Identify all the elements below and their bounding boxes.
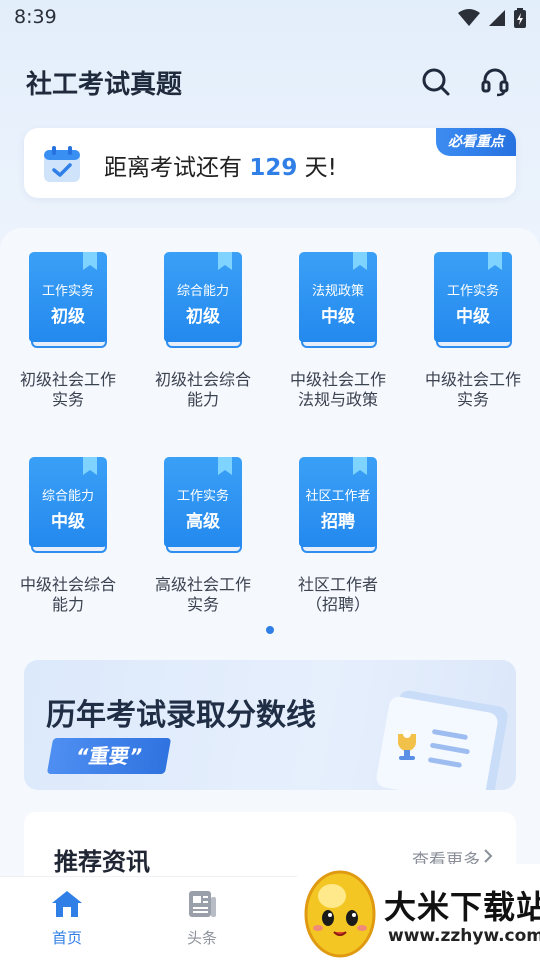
newspaper-icon (189, 891, 216, 917)
must-see-badge: 必看重点 (436, 128, 516, 156)
book-subject: 社区工作者 (305, 489, 371, 504)
book-icon: 工作实务 初级 (29, 252, 107, 348)
countdown-days: 129 (249, 155, 298, 181)
category-item-intermediate-comprehensive[interactable]: 综合能力 中级 中级社会综合能力 (18, 457, 118, 615)
book-level: 中级 (321, 307, 355, 327)
admission-score-banner[interactable]: 历年考试录取分数线 “重要” (24, 660, 516, 790)
customer-service-button[interactable] (477, 64, 513, 100)
countdown-prefix: 距离考试还有 (104, 155, 242, 181)
book-icon: 法规政策 中级 (299, 252, 377, 348)
nav-headlines-label: 头条 (186, 929, 217, 947)
book-icon: 综合能力 中级 (29, 457, 107, 553)
rice-mascot-icon (304, 870, 376, 958)
nav-headlines[interactable]: 头条 (162, 889, 242, 948)
book-level: 高级 (186, 512, 220, 532)
book-level: 初级 (186, 307, 220, 327)
search-icon (422, 68, 450, 96)
nav-home-label: 首页 (51, 929, 82, 947)
wifi-icon (458, 9, 480, 26)
category-label: 社区工作者（招聘） (297, 575, 378, 614)
book-icon: 综合能力 初级 (164, 252, 242, 348)
countdown-text: 距离考试还有 129 天! (104, 148, 337, 182)
watermark-url: www.zzhyw.com (388, 926, 540, 946)
exam-countdown-card[interactable]: 距离考试还有 129 天! 必看重点 (24, 128, 516, 198)
book-level: 中级 (51, 512, 85, 532)
category-item-junior-practice[interactable]: 工作实务 初级 初级社会工作实务 (18, 252, 118, 410)
signal-icon (489, 10, 505, 26)
category-item-intermediate-practice[interactable]: 工作实务 中级 中级社会工作实务 (423, 252, 523, 410)
category-item-senior-practice[interactable]: 工作实务 高级 高级社会工作实务 (153, 457, 253, 615)
category-item-junior-comprehensive[interactable]: 综合能力 初级 初级社会综合能力 (153, 252, 253, 410)
category-label: 中级社会工作法规与政策 (289, 370, 386, 409)
countdown-suffix: 天! (304, 155, 337, 181)
status-icons (458, 8, 526, 28)
book-subject: 综合能力 (176, 284, 229, 299)
watermark: 大米下载站 www.zzhyw.com (296, 864, 540, 960)
status-time: 8:39 (14, 6, 57, 28)
book-level: 招聘 (321, 512, 355, 532)
book-subject: 工作实务 (176, 489, 229, 504)
category-label: 高级社会工作实务 (154, 575, 251, 614)
pager-indicator-dot (266, 626, 274, 634)
book-level: 中级 (456, 307, 490, 327)
book-icon: 工作实务 高级 (164, 457, 242, 553)
trophy-document-icon (376, 690, 508, 790)
book-subject: 综合能力 (41, 489, 94, 504)
book-level: 初级 (51, 307, 85, 327)
calendar-icon (44, 146, 80, 182)
section-title: 推荐资讯 (54, 848, 150, 876)
battery-icon (514, 8, 526, 28)
book-subject: 工作实务 (446, 284, 499, 299)
important-tag: “重要” (46, 738, 172, 774)
category-label: 初级社会工作实务 (19, 370, 116, 409)
watermark-text: 大米下载站 (384, 888, 540, 926)
book-subject: 法规政策 (311, 284, 364, 299)
nav-home[interactable]: 首页 (27, 889, 107, 948)
category-item-intermediate-law[interactable]: 法规政策 中级 中级社会工作法规与政策 (288, 252, 388, 410)
home-icon (52, 891, 82, 917)
search-button[interactable] (418, 64, 454, 100)
book-icon: 工作实务 中级 (434, 252, 512, 348)
headset-icon (481, 68, 509, 97)
status-bar: 8:39 (0, 0, 540, 36)
category-label: 初级社会综合能力 (154, 370, 251, 409)
category-label: 中级社会工作实务 (424, 370, 521, 409)
category-label: 中级社会综合能力 (19, 575, 116, 614)
category-item-community-worker[interactable]: 社区工作者 招聘 社区工作者（招聘） (288, 457, 388, 615)
banner-title: 历年考试录取分数线 (46, 698, 316, 733)
book-subject: 工作实务 (41, 284, 94, 299)
page-title: 社工考试真题 (26, 70, 183, 100)
book-icon: 社区工作者 招聘 (299, 457, 377, 553)
chevron-right-icon[interactable] (482, 848, 494, 864)
